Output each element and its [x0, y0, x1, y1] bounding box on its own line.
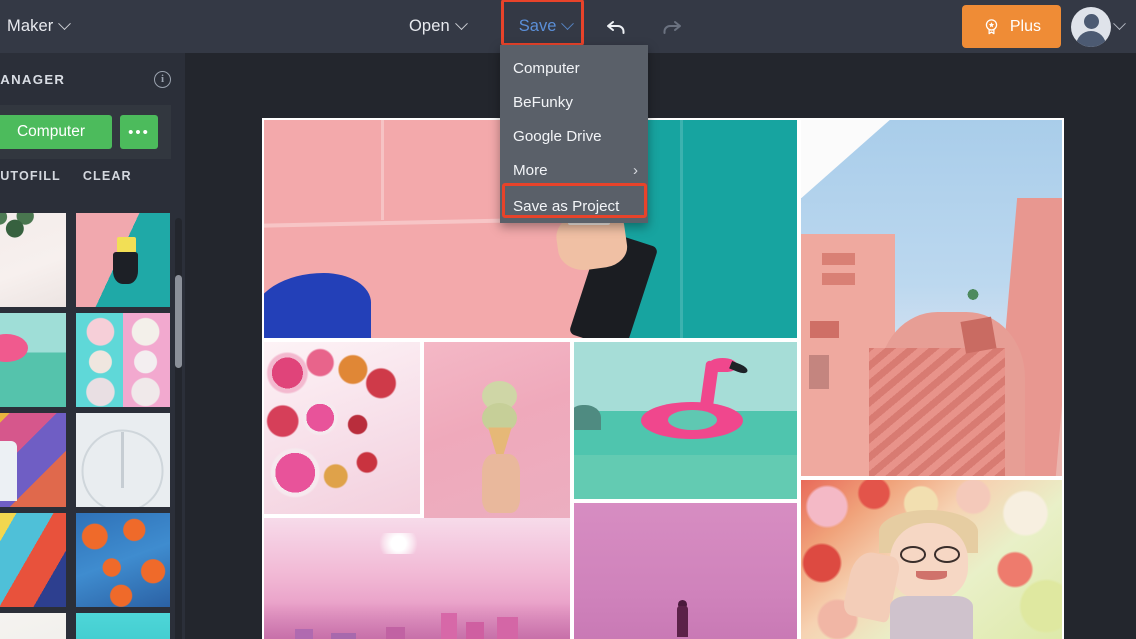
- account-menu-button[interactable]: [1071, 6, 1126, 47]
- image-thumbnail[interactable]: [0, 313, 66, 407]
- ellipsis-icon: •••: [128, 123, 150, 141]
- collage-cell-pink-city-sky[interactable]: [264, 518, 570, 639]
- more-upload-sources-button[interactable]: •••: [120, 115, 158, 149]
- collage-cell-ice-cream[interactable]: [424, 342, 570, 520]
- menu-item-label: Google Drive: [513, 127, 602, 145]
- image-thumbnail-grid: [0, 213, 185, 639]
- image-thumbnail[interactable]: [75, 513, 170, 607]
- collage-maker-menu-button[interactable]: Maker: [0, 11, 78, 42]
- upload-from-computer-button[interactable]: Computer: [0, 115, 112, 149]
- befunky-collage-maker-window: Maker Open Save Plus Computer BeFunky Go…: [0, 0, 1136, 639]
- chevron-right-icon: ›: [633, 161, 638, 179]
- save-menu-item-save-as-project[interactable]: Save as Project: [500, 189, 648, 223]
- save-menu-label: Save: [518, 17, 557, 35]
- undo-button[interactable]: [596, 6, 638, 48]
- collage-cell-citrus-fruit[interactable]: [264, 342, 420, 514]
- chevron-down-icon: [1113, 17, 1126, 31]
- chevron-down-icon: [561, 17, 575, 31]
- open-menu-label: Open: [409, 17, 450, 35]
- image-thumbnail[interactable]: [0, 513, 66, 607]
- collage-canvas[interactable]: [185, 53, 1136, 639]
- image-thumbnail[interactable]: [75, 413, 170, 507]
- image-thumbnail[interactable]: [75, 313, 170, 407]
- avatar: [1071, 6, 1111, 47]
- menu-item-label: Save as Project: [513, 197, 620, 215]
- plus-upgrade-button[interactable]: Plus: [961, 5, 1061, 48]
- chevron-down-icon: [58, 17, 72, 31]
- image-thumbnail[interactable]: [75, 213, 170, 307]
- image-manager-title: MANAGER: [0, 71, 66, 87]
- image-thumbnail[interactable]: [0, 213, 66, 307]
- avatar-body: [1076, 30, 1106, 47]
- toolbar-right-group: Plus: [961, 0, 1126, 53]
- image-manager-actions: AUTOFILL CLEAR: [0, 159, 185, 192]
- save-menu-item-more[interactable]: More ›: [500, 153, 648, 187]
- menu-item-label: BeFunky: [513, 93, 573, 111]
- collage-cell-flower-portrait[interactable]: [801, 480, 1062, 639]
- collage-cell-flamingo-float[interactable]: [574, 342, 797, 499]
- collage-cell-lilac-walker[interactable]: [574, 503, 797, 639]
- collage-layout: [262, 118, 1064, 639]
- avatar-head: [1083, 13, 1099, 29]
- save-menu-item-computer[interactable]: Computer: [500, 51, 648, 85]
- plus-badge-icon: [985, 19, 998, 35]
- info-circle-icon[interactable]: i: [154, 70, 171, 88]
- redo-arrow-icon: [663, 20, 682, 34]
- undo-arrow-icon: [607, 20, 625, 34]
- save-menu-item-befunky[interactable]: BeFunky: [500, 85, 648, 119]
- save-menu-item-google-drive[interactable]: Google Drive: [500, 119, 648, 153]
- clear-button[interactable]: CLEAR: [83, 169, 132, 183]
- save-dropdown-menu: Computer BeFunky Google Drive More › Sav…: [500, 45, 648, 223]
- upload-row: Computer •••: [0, 105, 171, 159]
- image-thumbnail[interactable]: [75, 613, 170, 639]
- plus-button-label: Plus: [1009, 17, 1041, 35]
- autofill-button[interactable]: AUTOFILL: [0, 169, 61, 183]
- toolbar-left-group: Maker: [0, 11, 78, 42]
- image-thumbnail[interactable]: [0, 413, 66, 507]
- image-manager-panel: MANAGER i Computer ••• AUTOFILL CLEAR: [0, 53, 185, 639]
- save-menu-button[interactable]: Save: [507, 10, 585, 43]
- open-menu-button[interactable]: Open: [400, 11, 475, 42]
- menu-item-label: Computer: [513, 59, 580, 77]
- upload-button-label: Computer: [16, 123, 86, 140]
- collage-maker-menu-label: Maker: [7, 17, 54, 35]
- menu-item-label: More: [513, 161, 548, 179]
- redo-button[interactable]: [650, 6, 692, 48]
- sidebar-scrollbar-thumb[interactable]: [175, 275, 182, 368]
- image-thumbnail[interactable]: [0, 613, 66, 639]
- image-manager-header: MANAGER i: [0, 53, 185, 105]
- collage-cell-pink-building[interactable]: [801, 120, 1062, 476]
- save-menu-container: Save: [500, 0, 585, 46]
- chevron-down-icon: [454, 17, 468, 31]
